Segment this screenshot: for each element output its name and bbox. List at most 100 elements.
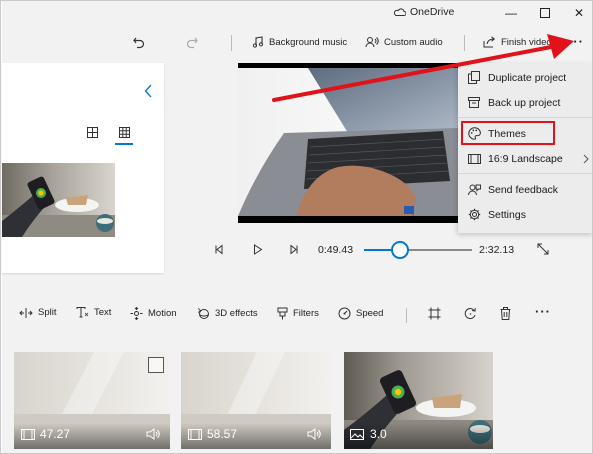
filters-label: Filters (293, 308, 319, 319)
redo-icon (186, 37, 198, 49)
video-preview[interactable] (238, 63, 458, 223)
background-music-label: Background music (269, 36, 348, 48)
close-button[interactable]: ✕ (562, 1, 592, 25)
minimize-button[interactable]: — (494, 1, 528, 25)
motion-button[interactable]: Motion (130, 307, 177, 320)
crop-icon (428, 307, 441, 320)
menu-item-label: 16:9 Landscape (488, 152, 563, 165)
seek-bar[interactable] (364, 241, 472, 259)
maximize-icon (540, 8, 550, 18)
app-canvas: OneDrive — ✕ Background music Custom aud… (2, 1, 592, 453)
delete-button[interactable] (500, 307, 511, 320)
text-icon (76, 307, 89, 318)
storyboard-clip[interactable]: 47.27 (14, 352, 170, 449)
3d-effects-icon (198, 307, 209, 319)
seek-thumb[interactable] (390, 241, 409, 259)
library-thumbnail[interactable] (2, 163, 115, 237)
menu-item-aspect-ratio[interactable]: 16:9 Landscape (458, 146, 592, 171)
large-grid-icon[interactable] (87, 127, 98, 138)
play-icon[interactable] (252, 244, 263, 255)
more-icon: ··· (568, 33, 584, 49)
maximize-button[interactable] (528, 1, 562, 25)
menu-item-label: Settings (488, 208, 526, 221)
more-options-button[interactable]: ··· (568, 30, 584, 52)
storyboard-clip[interactable]: 58.57 (181, 352, 331, 449)
menu-item-send-feedback[interactable]: Send feedback (458, 177, 592, 202)
video-clip-icon (21, 429, 35, 440)
text-button[interactable]: Text (76, 307, 111, 318)
chevron-left-icon[interactable] (144, 84, 152, 98)
motion-icon (130, 307, 143, 320)
clip-duration: 47.27 (40, 427, 71, 441)
custom-audio-icon (365, 37, 379, 48)
split-icon (19, 307, 33, 318)
menu-item-label: Duplicate project (488, 71, 567, 84)
toolbar-divider (231, 35, 232, 51)
finish-video-button[interactable]: Finish video (483, 31, 552, 53)
storyboard-divider (406, 308, 407, 323)
clip-caption-bar (344, 423, 493, 449)
gear-icon (468, 208, 480, 221)
filters-button[interactable]: Filters (277, 307, 319, 320)
custom-audio-button[interactable]: Custom audio (365, 31, 443, 53)
3d-effects-button[interactable]: 3D effects (197, 307, 258, 320)
background-music-button[interactable]: Background music (252, 31, 347, 53)
speed-button[interactable]: Speed (338, 307, 383, 320)
chevron-right-icon (583, 154, 589, 164)
music-note-icon (252, 36, 264, 48)
clip-duration: 3.0 (370, 427, 387, 441)
speed-icon (338, 307, 351, 320)
menu-item-settings[interactable]: Settings (458, 202, 592, 227)
motion-label: Motion (148, 308, 177, 319)
menu-item-back-up-project[interactable]: Back up project (458, 90, 592, 115)
close-icon: ✕ (573, 6, 585, 20)
text-label: Text (94, 307, 112, 318)
storyboard-clip[interactable]: 3.0 (344, 352, 493, 449)
feedback-icon (467, 184, 481, 195)
export-icon (483, 36, 496, 48)
menu-item-label: Back up project (488, 96, 561, 109)
split-label: Split (38, 307, 57, 318)
speaker-icon[interactable] (307, 428, 322, 440)
aspect-ratio-icon (467, 153, 481, 164)
menu-item-label: Send feedback (488, 183, 559, 196)
speed-label: Speed (356, 308, 384, 319)
image-clip-icon (350, 429, 364, 440)
undo-button[interactable] (132, 31, 146, 53)
small-grid-icon[interactable] (119, 127, 130, 138)
next-frame-icon[interactable] (288, 244, 299, 255)
finish-video-label: Finish video (501, 36, 552, 48)
playback-controls: 0:49.43 2:32.13 (202, 237, 562, 263)
menu-item-duplicate-project[interactable]: Duplicate project (458, 65, 592, 90)
selected-view-indicator (115, 143, 133, 145)
storyboard-toolbar: Split Text Motion 3D effects Filters Spe… (2, 301, 592, 329)
toolbar-divider (464, 35, 465, 51)
previous-frame-icon[interactable] (214, 244, 225, 255)
onedrive-cloud-icon (393, 8, 406, 16)
3d-effects-label: 3D effects (215, 308, 258, 319)
archive-icon (468, 97, 480, 108)
project-library-panel (2, 63, 164, 273)
speaker-icon[interactable] (146, 428, 161, 440)
menu-divider (458, 117, 592, 118)
title-bar: OneDrive — ✕ (2, 1, 592, 27)
duplicate-icon (468, 71, 480, 84)
current-time: 0:49.43 (318, 244, 354, 256)
undo-icon (133, 37, 145, 49)
window-title: OneDrive (410, 6, 455, 18)
top-toolbar: Background music Custom audio Finish vid… (2, 27, 592, 57)
crop-button[interactable] (428, 307, 441, 320)
app-window: OneDrive — ✕ Background music Custom aud… (0, 0, 593, 454)
redo-button[interactable] (185, 31, 199, 53)
split-button[interactable]: Split (19, 307, 56, 318)
storyboard-more-button[interactable]: ··· (535, 304, 551, 319)
video-clip-icon (188, 429, 202, 440)
clip-select-checkbox[interactable] (148, 357, 164, 373)
fullscreen-icon[interactable] (537, 243, 549, 255)
more-icon: ··· (535, 304, 551, 319)
rotate-button[interactable] (464, 307, 477, 320)
total-time: 2:32.13 (479, 244, 515, 256)
custom-audio-label: Custom audio (384, 36, 443, 48)
menu-divider (458, 173, 592, 174)
rotate-icon (464, 307, 476, 319)
